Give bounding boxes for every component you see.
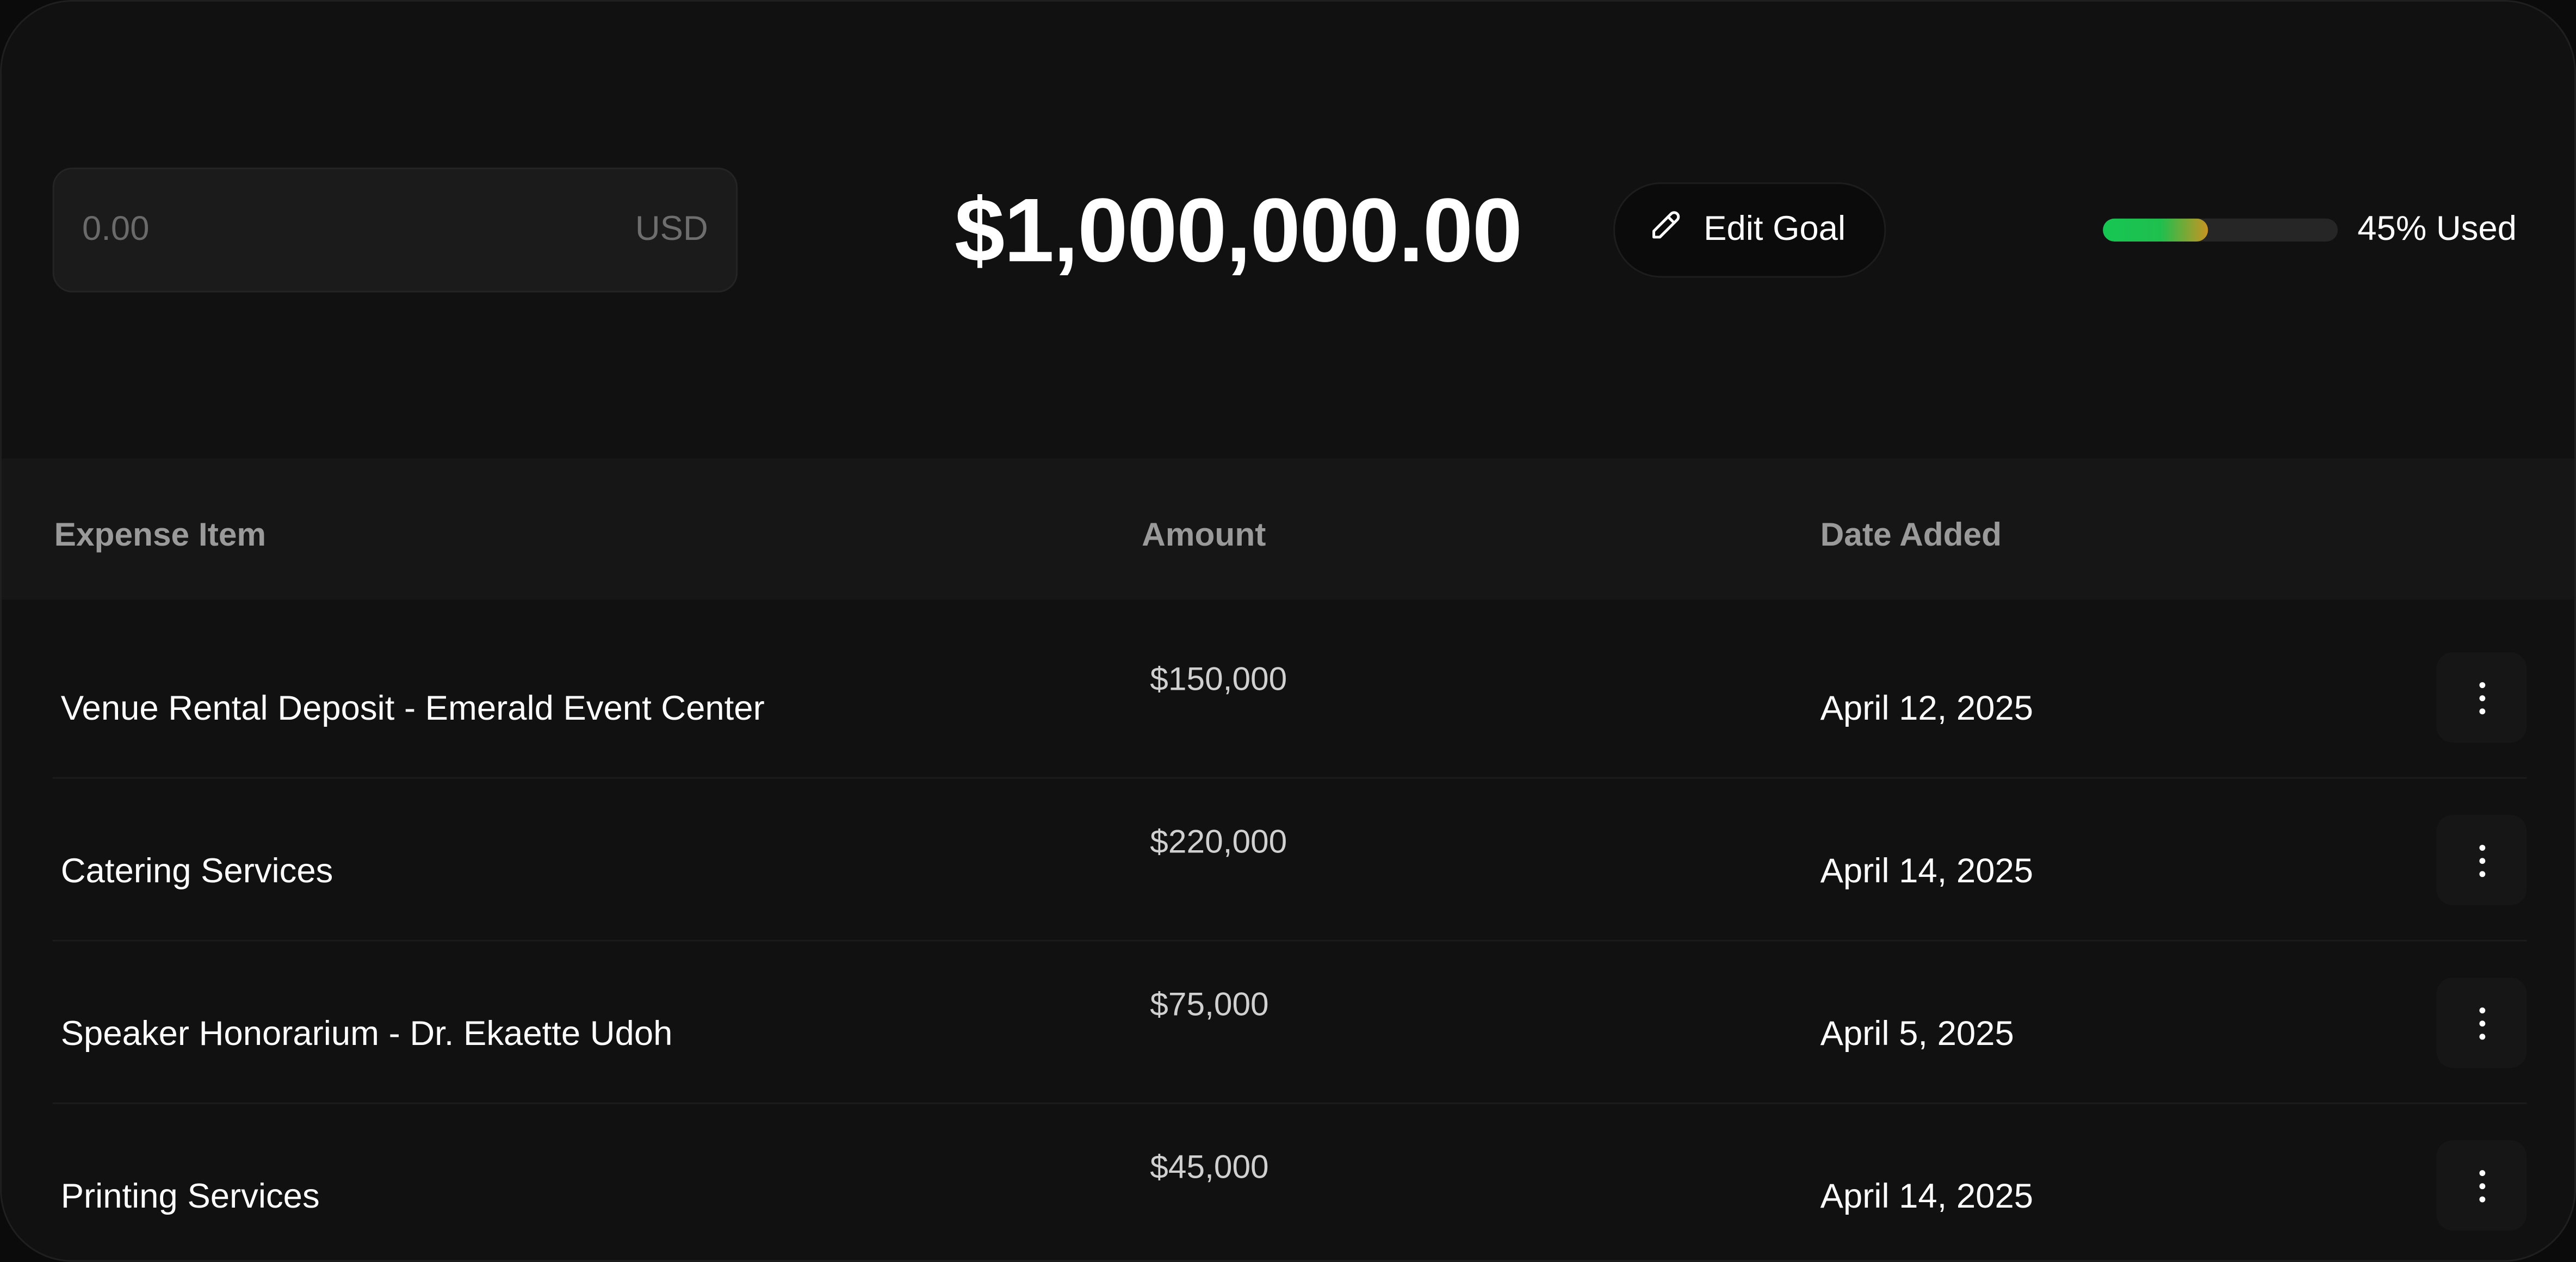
pencil-icon	[1648, 207, 1683, 253]
expense-amount: $75,000	[1150, 987, 1269, 1024]
table-row: Venue Rental Deposit - Emerald Event Cen…	[52, 615, 2527, 779]
header-date-added: Date Added	[1820, 517, 2002, 554]
budget-progress: 45% Used	[2103, 195, 2517, 264]
row-menu-button[interactable]	[2436, 815, 2527, 906]
header-expense-item: Expense Item	[54, 517, 267, 554]
table-header: Expense Item Amount Date Added	[2, 458, 2574, 600]
progress-track	[2103, 218, 2338, 242]
row-menu-button[interactable]	[2436, 1140, 2527, 1231]
expense-amount: $220,000	[1150, 825, 1287, 861]
progress-label: 45% Used	[2357, 210, 2517, 249]
expense-date: April 12, 2025	[1820, 690, 2034, 728]
currency-label: USD	[635, 210, 708, 249]
expense-amount: $150,000	[1150, 662, 1287, 698]
progress-fill	[2103, 218, 2209, 242]
expense-item: Printing Services	[60, 1178, 320, 1216]
more-vertical-icon	[2478, 681, 2485, 714]
expense-date: April 14, 2025	[1820, 1178, 2034, 1216]
table-row: Printing Services $45,000 April 14, 2025	[53, 1103, 2527, 1260]
table-row: Catering Services $220,000 April 14, 202…	[52, 777, 2527, 942]
expense-date: April 14, 2025	[1820, 852, 2034, 891]
table-row: Speaker Honorarium - Dr. Ekaette Udoh $7…	[52, 940, 2527, 1104]
more-vertical-icon	[2478, 844, 2485, 876]
expense-item: Speaker Honorarium - Dr. Ekaette Udoh	[60, 1015, 673, 1054]
amount-input[interactable]	[82, 210, 542, 250]
goal-amount: $1,000,000.00	[954, 179, 1522, 281]
expense-amount: $45,000	[1150, 1150, 1269, 1186]
header-amount: Amount	[1142, 517, 1266, 554]
edit-goal-button[interactable]: Edit Goal	[1613, 182, 1886, 278]
expense-date: April 5, 2025	[1820, 1015, 2014, 1054]
amount-input-box[interactable]: USD	[52, 168, 738, 293]
expense-item: Venue Rental Deposit - Emerald Event Cen…	[60, 690, 765, 728]
row-menu-button[interactable]	[2436, 652, 2527, 743]
row-menu-button[interactable]	[2436, 978, 2527, 1068]
more-vertical-icon	[2478, 1006, 2485, 1039]
more-vertical-icon	[2478, 1169, 2485, 1202]
budget-card: USD $1,000,000.00 Edit Goal 45% Used Exp…	[0, 0, 2576, 1262]
edit-goal-label: Edit Goal	[1704, 210, 1846, 249]
expense-item: Catering Services	[60, 852, 333, 891]
